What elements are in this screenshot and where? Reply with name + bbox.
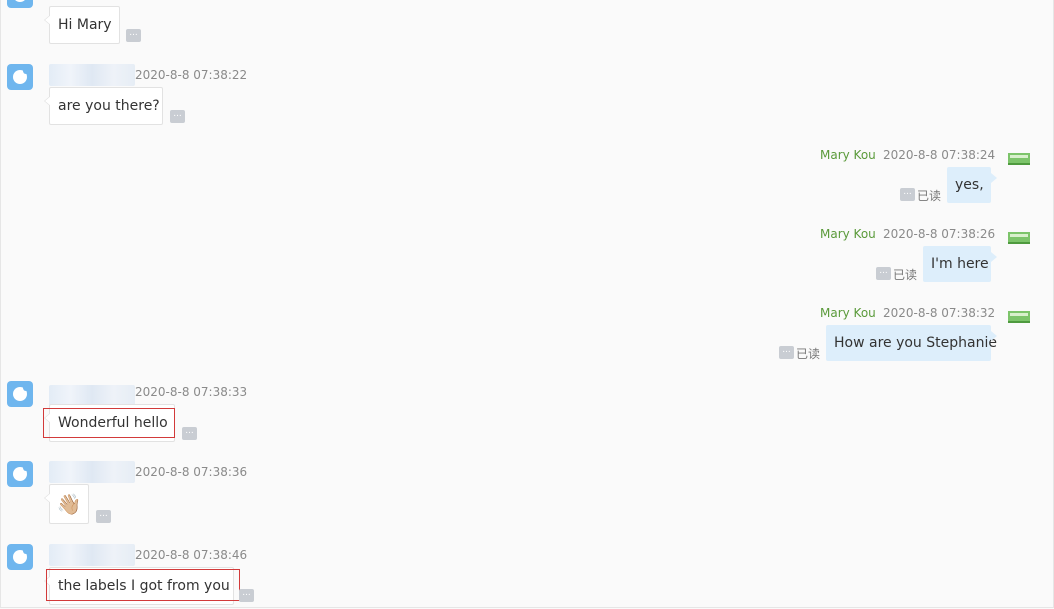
message-text: yes, [955,177,984,193]
highlight-box [43,408,175,438]
more-options-icon[interactable]: ... [126,29,141,42]
contact-avatar[interactable] [7,0,33,8]
contact-name-redacted [49,544,135,566]
message-bubble: 👋🏼 [44,484,89,524]
contact-avatar[interactable] [7,64,33,90]
read-status: 已读 [796,347,821,361]
contact-name-redacted [49,461,135,483]
more-options-icon[interactable]: ... [239,589,254,602]
message-text: are you there? [58,98,160,114]
read-status: 已读 [917,189,942,203]
message-bubble: are you there? [44,87,163,125]
message-text: How are you Stephanie [834,335,997,351]
user-avatar[interactable] [1007,150,1031,166]
more-options-icon[interactable]: ... [779,346,794,359]
sender-name: Mary Kou [820,148,876,162]
message-bubble: How are you Stephanie [826,325,997,361]
contact-avatar[interactable] [7,381,33,407]
message-text: Hi Mary [58,17,112,33]
message-bubble: Hi Mary [44,6,120,44]
user-avatar[interactable] [1007,229,1031,245]
message-timestamp: 2020-8-8 07:38:26 [883,227,996,241]
contact-name-redacted [49,64,135,86]
more-options-icon[interactable]: ... [876,267,891,280]
message-timestamp: 2020-8-8 07:38:24 [883,148,996,162]
more-options-icon[interactable]: ... [170,110,185,123]
message-timestamp: 2020-8-8 07:38:22 [135,68,248,82]
message-text: I'm here [931,256,989,272]
more-options-icon[interactable]: ... [182,427,197,440]
message-bubble: I'm here [923,246,997,282]
read-status: 已读 [893,268,918,282]
more-options-icon[interactable]: ... [96,510,111,523]
message-timestamp: 2020-8-8 07:38:46 [135,548,248,562]
message-timestamp: 2020-8-8 07:38:36 [135,465,248,479]
message-bubble: yes, [947,167,997,203]
sender-name: Mary Kou [820,227,876,241]
highlight-box [46,569,240,601]
contact-avatar[interactable] [7,544,33,570]
sender-name: Mary Kou [820,306,876,320]
contact-avatar[interactable] [7,461,33,487]
waving-hand-emoji: 👋🏼 [56,492,82,516]
more-options-icon[interactable]: ... [900,188,915,201]
message-timestamp: 2020-8-8 07:38:33 [135,385,248,399]
message-timestamp: 2020-8-8 07:38:32 [883,306,996,320]
user-avatar[interactable] [1007,308,1031,324]
